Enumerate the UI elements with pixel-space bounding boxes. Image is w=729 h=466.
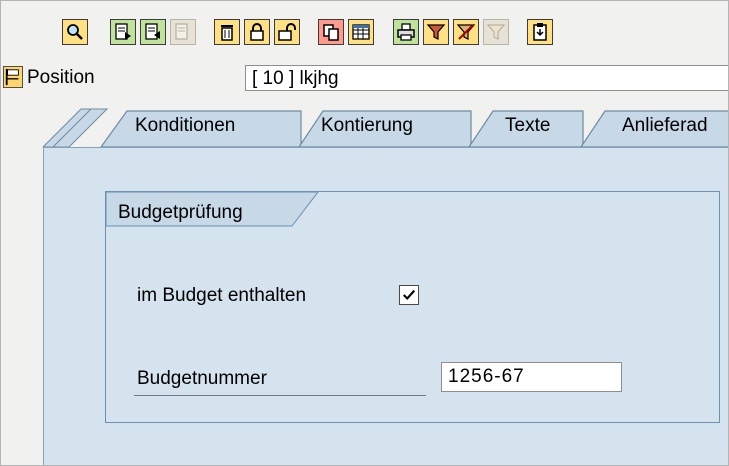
next-document-button[interactable] <box>110 19 136 45</box>
trash-icon <box>221 25 233 41</box>
unlock-button[interactable] <box>274 19 300 45</box>
lock-button[interactable] <box>244 19 270 45</box>
tab-content-panel: Budgetprüfung im Budget enthalten Budget… <box>43 147 728 465</box>
disabled-filter-button[interactable] <box>483 19 509 45</box>
position-selector-icon[interactable] <box>3 66 23 88</box>
budget-check-group: Budgetprüfung im Budget enthalten Budget… <box>105 191 720 423</box>
filter-remove-icon <box>456 24 476 40</box>
checkmark-icon <box>403 289 416 301</box>
position-row: Position [ 10 ] lkjhg <box>1 63 728 93</box>
position-label: Position <box>27 67 95 88</box>
budget-number-underline <box>134 395 426 396</box>
tab-kontierung[interactable]: Kontierung <box>321 115 413 137</box>
budget-number-label: Budgetnummer <box>137 368 267 389</box>
previous-document-button[interactable] <box>140 19 166 45</box>
in-budget-checkbox[interactable] <box>399 285 419 305</box>
tab-anlieferadresse[interactable]: Anlieferad <box>622 115 708 137</box>
document-previous-icon <box>145 23 160 40</box>
budget-number-field[interactable]: 1256-67 <box>441 362 622 392</box>
print-button[interactable] <box>393 19 419 45</box>
lock-closed-icon <box>250 23 264 41</box>
disabled-document-button[interactable] <box>170 19 196 45</box>
clipboard-icon <box>533 23 547 41</box>
copy-button[interactable] <box>318 19 344 45</box>
tab-texte[interactable]: Texte <box>505 115 550 137</box>
filter-button[interactable] <box>423 19 449 45</box>
copy-icon <box>323 24 339 41</box>
filter-icon <box>426 24 446 40</box>
sap-window: Position [ 10 ] lkjhg Konditionen Kontie… <box>0 0 729 466</box>
lock-open-icon <box>278 23 296 41</box>
remove-filter-button[interactable] <box>453 19 479 45</box>
layout-button[interactable] <box>348 19 374 45</box>
tab-strip: Konditionen Kontierung Texte Anlieferad <box>1 105 728 147</box>
grid-icon <box>352 24 370 40</box>
magnifier-icon <box>67 24 83 40</box>
search-button[interactable] <box>62 19 88 45</box>
group-title: Budgetprüfung <box>118 202 243 223</box>
application-toolbar <box>1 9 728 59</box>
tab-konditionen[interactable]: Konditionen <box>135 115 235 137</box>
document-disabled-icon <box>175 23 188 40</box>
filter-disabled-icon <box>486 24 506 40</box>
position-select[interactable]: [ 10 ] lkjhg <box>245 65 728 91</box>
delete-button[interactable] <box>214 19 240 45</box>
in-budget-label: im Budget enthalten <box>137 285 307 306</box>
document-next-icon <box>115 23 131 40</box>
printer-icon <box>397 23 415 41</box>
flag-icon <box>5 68 19 86</box>
clipboard-button[interactable] <box>527 19 553 45</box>
